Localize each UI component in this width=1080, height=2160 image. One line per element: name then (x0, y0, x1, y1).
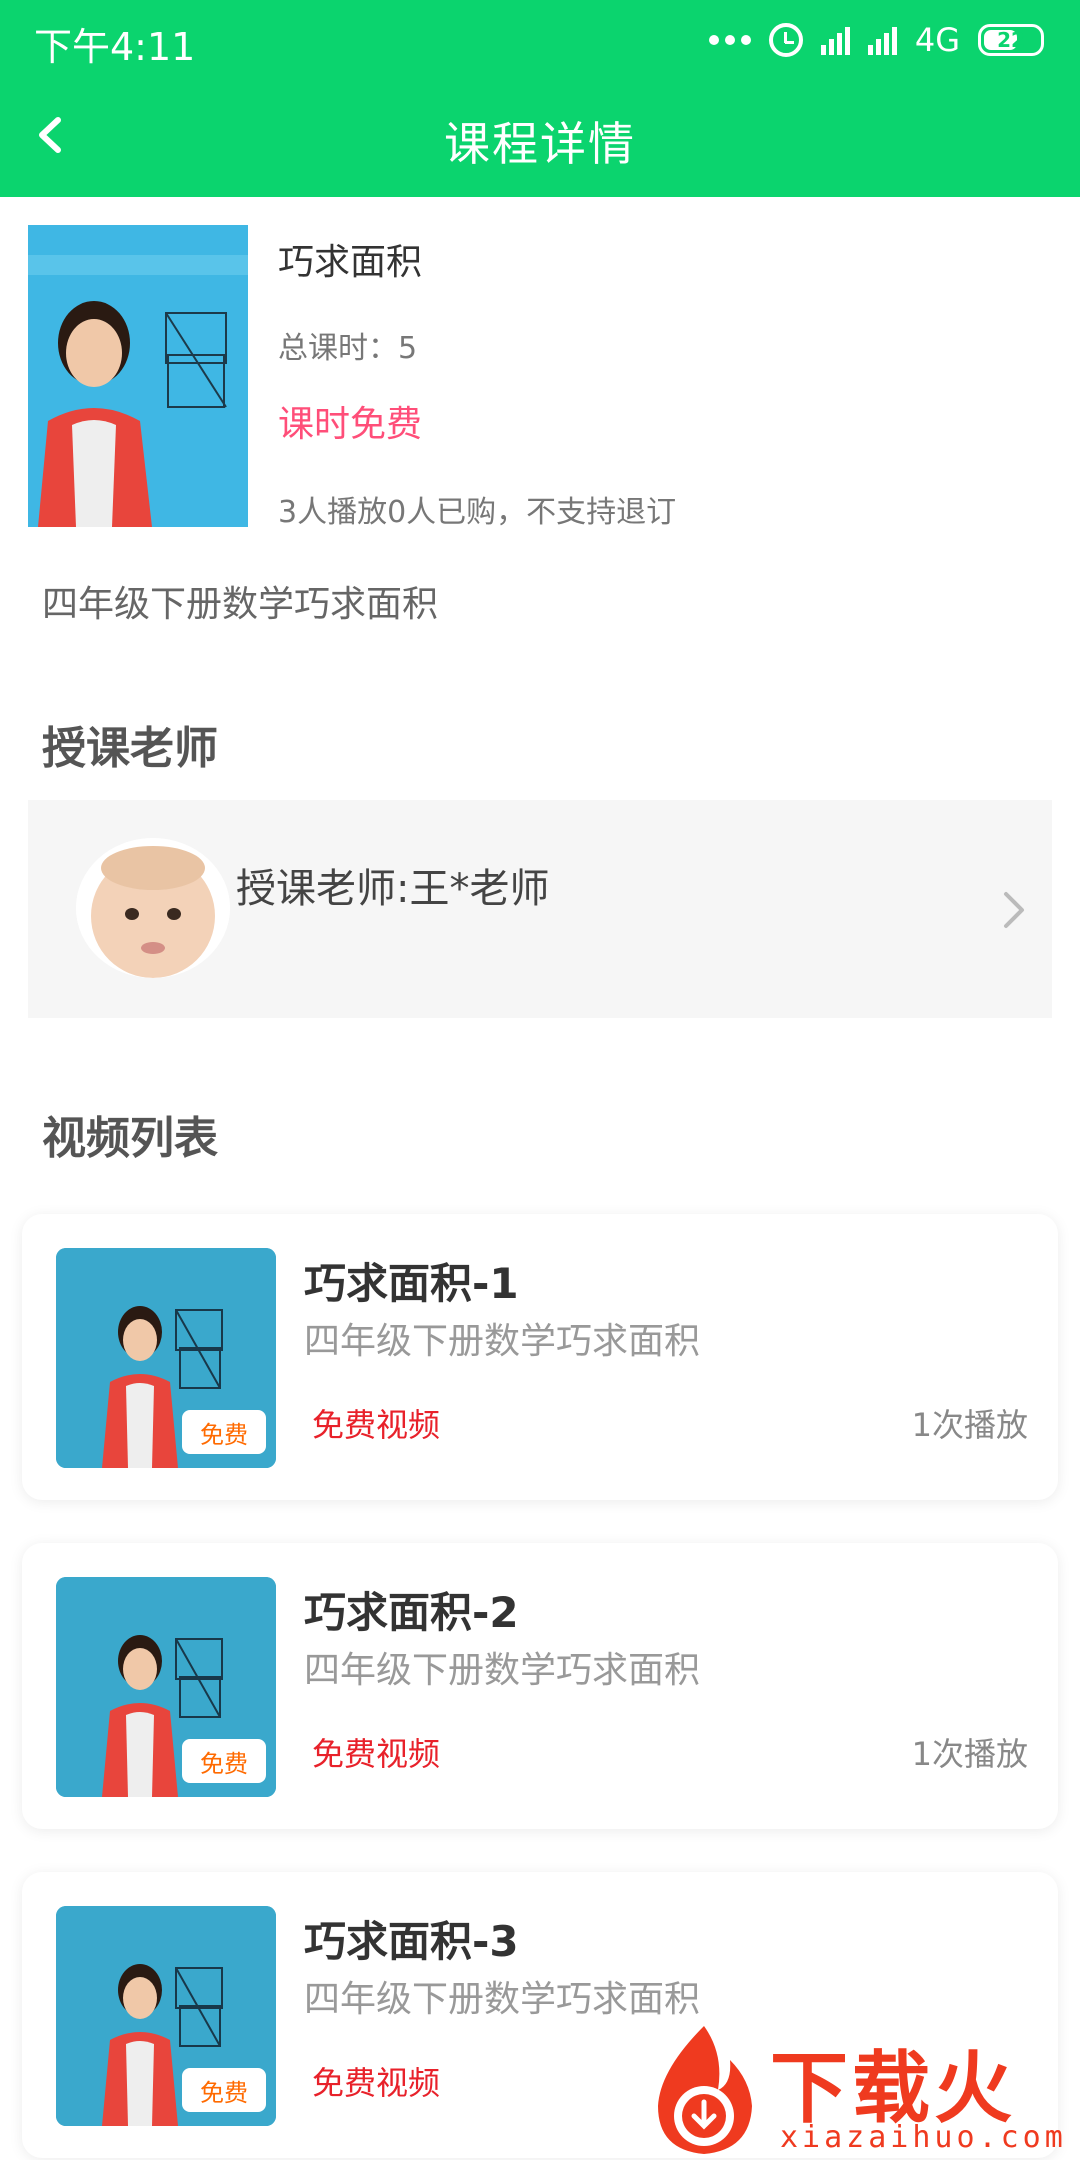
video-section-title: 视频列表 (42, 1113, 218, 1164)
video-thumbnail: 免费 (56, 1906, 276, 2126)
video-subtitle: 四年级下册数学巧求面积 (304, 1979, 701, 2020)
play-count: 1次播放 (911, 1406, 1028, 1444)
course-name: 巧求面积 (278, 242, 423, 283)
video-card-1[interactable]: 免费 巧求面积-1 四年级下册数学巧求面积 免费视频 1次播放 (22, 1214, 1058, 1500)
price-label: 课时免费 (278, 404, 423, 445)
video-thumbnail: 免费 (56, 1248, 276, 1468)
title-row: 课程详情 (0, 78, 1080, 197)
course-description: 四年级下册数学巧求面积 (42, 584, 439, 625)
chevron-right-icon (1004, 892, 1024, 928)
watermark: 下载火 xiazaihuo.com (640, 2020, 1080, 2160)
sales-info: 3人播放0人已购，不支持退订 (278, 495, 677, 530)
free-badge: 免费 (182, 2068, 266, 2112)
signal-icon (867, 25, 897, 55)
battery-level: 22 (997, 28, 1025, 52)
video-title: 巧求面积-2 (304, 1588, 519, 1637)
video-subtitle: 四年级下册数学巧求面积 (304, 1321, 701, 1362)
teacher-card[interactable]: 授课老师:王*老师 (28, 800, 1052, 1018)
teacher-section-title: 授课老师 (42, 723, 218, 774)
flame-logo-icon (658, 2026, 752, 2154)
more-dots-icon (708, 35, 751, 45)
alarm-icon (768, 23, 803, 57)
avatar (76, 838, 230, 978)
free-video-label: 免费视频 (312, 2064, 441, 2102)
network-type-label: 4G (914, 21, 960, 59)
total-lessons: 总课时：5 (278, 331, 418, 366)
video-title: 巧求面积-1 (304, 1259, 519, 1308)
free-badge: 免费 (182, 1739, 266, 1783)
status-icons: 4G 22 (708, 18, 1044, 62)
free-video-label: 免费视频 (312, 1406, 441, 1444)
status-bar: 下午4:11 4G 22 (0, 0, 1080, 78)
top-app-bar: 下午4:11 4G 22 课程详情 (0, 0, 1080, 197)
course-cover-image (28, 225, 248, 527)
video-card-2[interactable]: 免费 巧求面积-2 四年级下册数学巧求面积 免费视频 1次播放 (22, 1543, 1058, 1829)
status-time: 下午4:11 (34, 25, 196, 69)
battery-icon: 22 (978, 24, 1044, 56)
video-subtitle: 四年级下册数学巧求面积 (304, 1650, 701, 1691)
teacher-name: 授课老师:王*老师 (236, 866, 550, 912)
page-title: 课程详情 (444, 117, 636, 171)
free-badge: 免费 (182, 1410, 266, 1454)
watermark-url: xiazaihuo.com (780, 2120, 1067, 2155)
video-thumbnail: 免费 (56, 1577, 276, 1797)
signal-icon (820, 25, 850, 55)
play-count: 1次播放 (911, 1735, 1028, 1773)
video-title: 巧求面积-3 (304, 1917, 519, 1966)
free-video-label: 免费视频 (312, 1735, 441, 1773)
